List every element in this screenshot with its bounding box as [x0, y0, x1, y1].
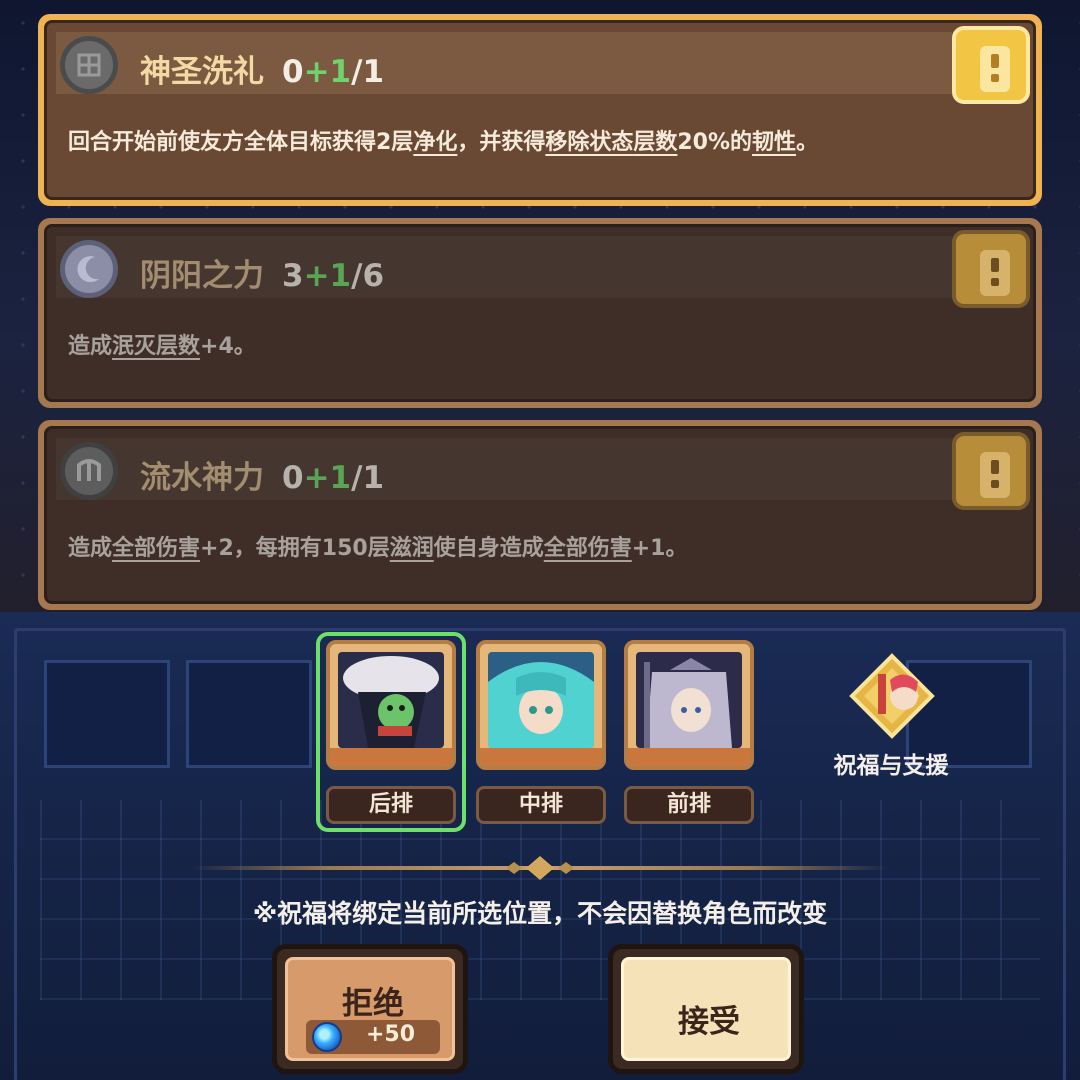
desc-text: +1。 — [631, 536, 688, 561]
desc-text: 。 — [796, 130, 819, 155]
position-label-front[interactable]: 前排 — [624, 786, 754, 824]
keyword-link[interactable]: 韧性 — [752, 130, 796, 155]
coin-mark — [991, 258, 999, 272]
game-screen: 神圣洗礼 0+1/1 回合开始前使友方全体目标获得2层净化，并获得移除状态层数20… — [0, 0, 1080, 1080]
keyword-link[interactable]: 滋润 — [390, 536, 434, 561]
blessing-title: 阴阳之力 3+1/6 — [140, 250, 384, 295]
desc-text: 20%的 — [677, 130, 753, 155]
keyword-link[interactable]: 层数 — [633, 130, 677, 155]
reject-label: 拒绝 — [342, 986, 404, 1022]
blessing-description: 回合开始前使友方全体目标获得2层净化，并获得移除状态层数20%的韧性。 — [68, 124, 818, 156]
count-plus: +1 — [303, 460, 352, 496]
coin-mark — [991, 74, 999, 82]
portrait-shelf — [628, 748, 750, 766]
moon-rune-icon — [60, 240, 118, 298]
accept-button[interactable]: 接受 — [608, 944, 804, 1074]
blessing-card-1[interactable]: 神圣洗礼 0+1/1 回合开始前使友方全体目标获得2层净化，并获得移除状态层数20… — [38, 14, 1042, 206]
blessing-title: 流水神力 0+1/1 — [140, 452, 384, 497]
blessing-name: 阴阳之力 — [140, 258, 264, 294]
blessing-card-3[interactable]: 流水神力 0+1/1 造成全部伤害+2，每拥有150层滋润使自身造成全部伤害+1。 — [38, 420, 1042, 610]
count-base: 3 — [282, 258, 304, 294]
background-slot — [44, 660, 170, 768]
holy-rune-icon — [60, 36, 118, 94]
blessing-title: 神圣洗礼 0+1/1 — [140, 46, 384, 91]
coin-mark — [991, 480, 999, 488]
coin-mark — [991, 460, 999, 474]
reject-reward: +50 — [306, 1020, 440, 1054]
blessing-description: 造成全部伤害+2，每拥有150层滋润使自身造成全部伤害+1。 — [68, 530, 688, 562]
character-art — [338, 652, 444, 748]
count-max: /1 — [351, 54, 385, 90]
blessing-name: 神圣洗礼 — [140, 54, 264, 90]
count-plus: +1 — [303, 54, 352, 90]
info-coin-icon[interactable] — [952, 230, 1030, 308]
crystal-gem-icon — [312, 1022, 342, 1052]
coin-center — [980, 46, 1010, 92]
character-portrait-middle[interactable] — [476, 640, 606, 770]
info-coin-icon[interactable] — [952, 26, 1030, 104]
keyword-link[interactable]: 全部伤害 — [544, 536, 632, 561]
blessing-count: 0+1/1 — [282, 54, 384, 90]
desc-text: +2，每拥有150层 — [200, 536, 390, 561]
keyword-link[interactable]: 移除状态 — [545, 130, 633, 155]
coin-mark — [991, 54, 999, 68]
keyword-link[interactable]: 泯灭层数 — [112, 334, 200, 359]
blessing-description: 造成泯灭层数+4。 — [68, 328, 256, 360]
reject-button[interactable]: 拒绝 +50 — [272, 944, 468, 1074]
character-portrait-back[interactable] — [326, 640, 456, 770]
coin-center — [980, 250, 1010, 296]
blessing-count: 3+1/6 — [282, 258, 384, 294]
desc-text: 回合开始前使友方全体目标获得2层 — [68, 130, 414, 155]
keyword-link[interactable]: 全部伤害 — [112, 536, 200, 561]
blessing-support-label: 祝福与支援 — [833, 753, 949, 779]
desc-text: 造成 — [68, 334, 113, 359]
blessing-card-2[interactable]: 阴阳之力 3+1/6 造成泯灭层数+4。 — [38, 218, 1042, 408]
desc-text: +4。 — [200, 334, 256, 359]
reward-amount: +50 — [366, 1022, 416, 1047]
character-art — [636, 652, 742, 748]
blessing-count: 0+1/1 — [282, 460, 384, 496]
reject-button-face: 拒绝 +50 — [285, 957, 455, 1061]
portrait-shelf — [330, 748, 452, 766]
desc-text: ，并获得 — [457, 130, 546, 155]
accept-label: 接受 — [678, 1004, 740, 1040]
info-coin-icon[interactable] — [952, 432, 1030, 510]
water-rune-icon — [60, 442, 118, 500]
portrait-shelf — [480, 748, 602, 766]
desc-text: 造成 — [68, 536, 113, 561]
count-plus: +1 — [303, 258, 352, 294]
count-base: 0 — [282, 460, 304, 496]
character-portrait-front[interactable] — [624, 640, 754, 770]
count-max: /6 — [351, 258, 385, 294]
count-max: /1 — [351, 460, 385, 496]
coin-center — [980, 452, 1010, 498]
desc-text: 使自身造成 — [433, 536, 544, 561]
accept-button-face: 接受 — [621, 957, 791, 1061]
character-art — [488, 652, 594, 748]
blessing-support-icon — [848, 652, 936, 740]
divider-ornament-icon — [500, 854, 580, 882]
position-label-back[interactable]: 后排 — [326, 786, 456, 824]
binding-note: ※祝福将绑定当前所选位置，不会因替换角色而改变 — [252, 899, 828, 928]
position-label-middle[interactable]: 中排 — [476, 786, 606, 824]
blessing-name: 流水神力 — [140, 460, 264, 496]
keyword-link[interactable]: 净化 — [413, 130, 457, 155]
background-slot — [186, 660, 312, 768]
count-base: 0 — [282, 54, 304, 90]
coin-mark — [991, 278, 999, 286]
